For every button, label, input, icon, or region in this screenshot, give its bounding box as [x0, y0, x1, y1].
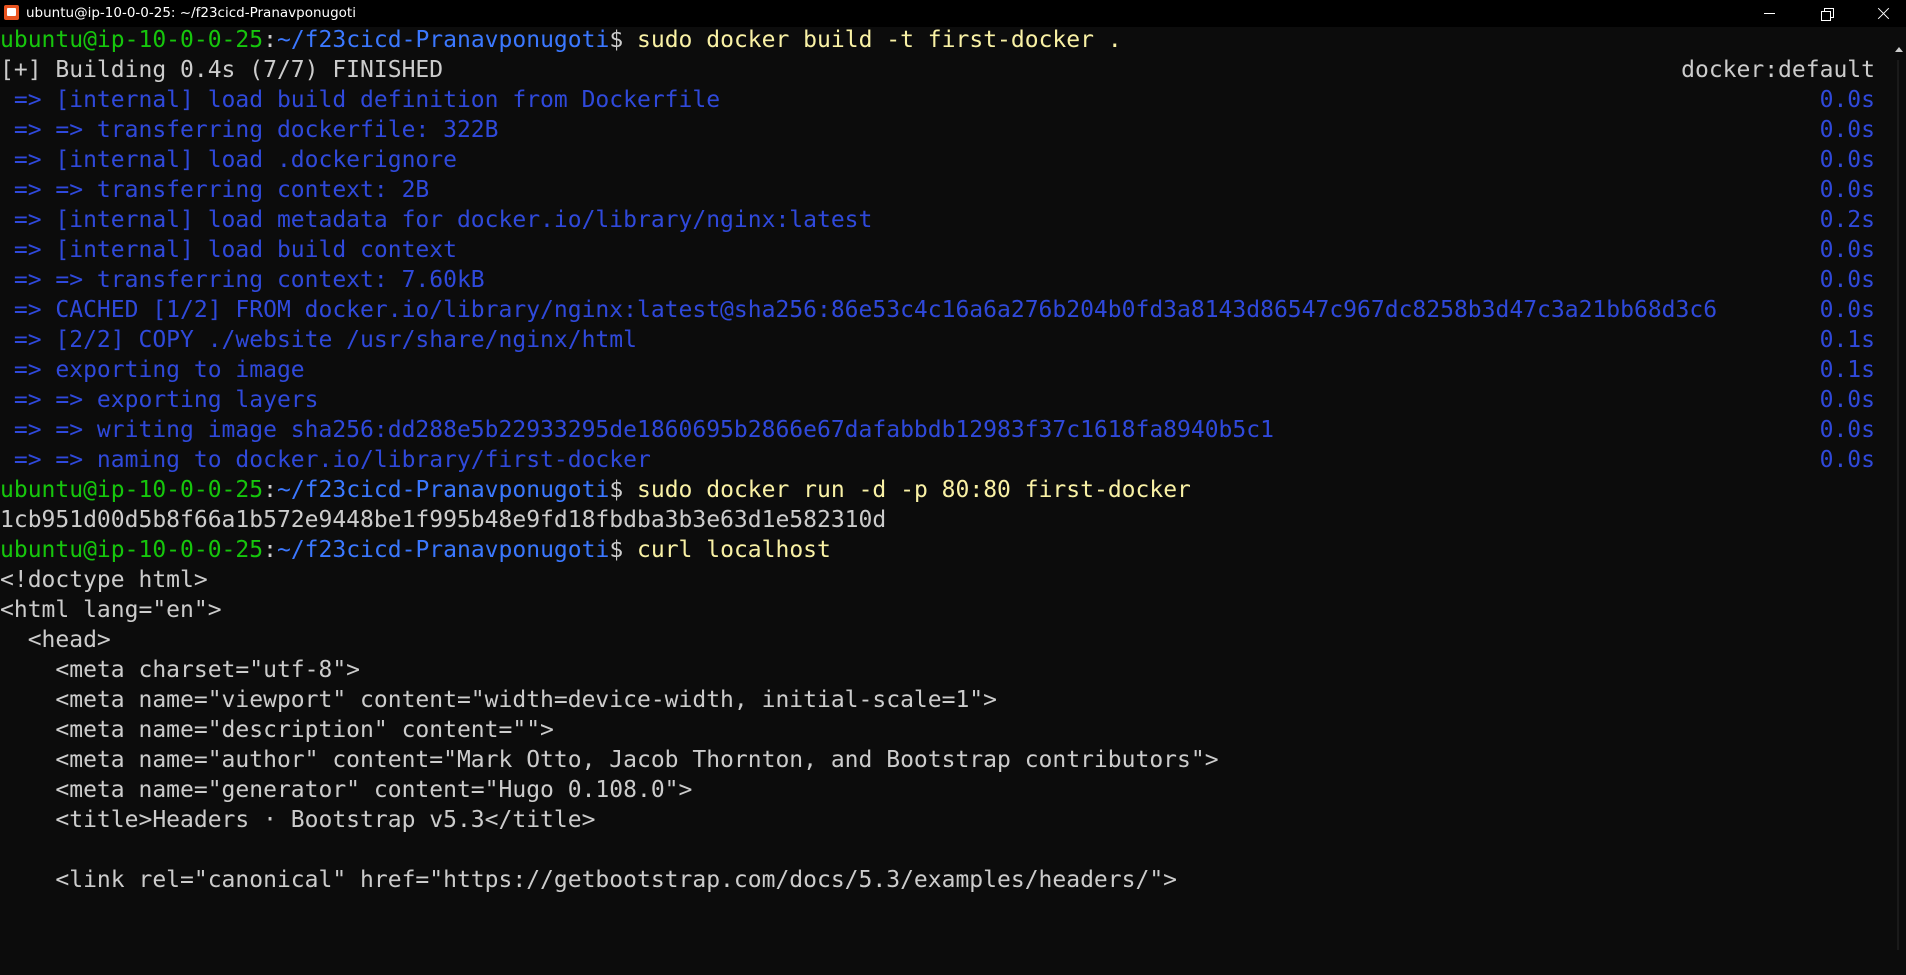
build-step-text: => [2/2] COPY ./website /usr/share/nginx…: [0, 327, 637, 353]
prompt-symbol: $: [609, 27, 638, 53]
output-line: <head>: [0, 627, 111, 653]
build-step-text: => => exporting layers: [0, 387, 319, 413]
build-step-text: => [internal] load .dockerignore: [0, 147, 457, 173]
build-step-time: 0.1s: [1819, 357, 1875, 383]
output-line: <meta charset="utf-8">: [0, 657, 361, 683]
build-step-text: => [internal] load build definition from…: [0, 87, 721, 113]
prompt-user: ubuntu@ip-10-0-0-25: [0, 477, 264, 503]
build-step-row: => => naming to docker.io/library/first-…: [0, 445, 1890, 475]
build-step-row: => [2/2] COPY ./website /usr/share/nginx…: [0, 325, 1890, 355]
build-status: [+] Building 0.4s (7/7) FINISHED: [0, 57, 444, 83]
build-step-text: => => transferring context: 2B: [0, 177, 430, 203]
output-line: <!doctype html>: [0, 567, 208, 593]
build-context: docker:default: [1681, 57, 1875, 83]
build-step-time: 0.0s: [1819, 117, 1875, 143]
build-step-row: => exporting to image 0.1s: [0, 355, 1890, 385]
prompt-line-curl: ubuntu@ip-10-0-0-25:~/f23cicd-Pranavponu…: [0, 535, 1890, 565]
build-step-time: 0.0s: [1819, 267, 1875, 293]
output-line: <title>Headers · Bootstrap v5.3</title>: [0, 807, 596, 833]
build-step-text: => => naming to docker.io/library/first-…: [0, 447, 651, 473]
restore-icon: [1821, 7, 1834, 21]
build-step-row: => [internal] load build definition from…: [0, 85, 1890, 115]
build-step-row: => [internal] load .dockerignore 0.0s: [0, 145, 1890, 175]
scrollbar-thumb[interactable]: [1897, 60, 1899, 950]
build-step-text: => => transferring dockerfile: 322B: [0, 117, 499, 143]
build-step-row: => => transferring context: 2B 0.0s: [0, 175, 1890, 205]
window-title: ubuntu@ip-10-0-0-25: ~/f23cicd-Pranavpon…: [26, 5, 356, 21]
output-line: <meta name="generator" content="Hugo 0.1…: [0, 777, 693, 803]
build-step-text: => exporting to image: [0, 357, 305, 383]
output-line: <html lang="en">: [0, 597, 222, 623]
minimize-icon: [1763, 13, 1775, 14]
build-header: [+] Building 0.4s (7/7) FINISHED docker:d…: [0, 55, 1890, 85]
build-step-time: 0.0s: [1819, 387, 1875, 413]
build-step-time: 0.1s: [1819, 327, 1875, 353]
title-bar: ubuntu@ip-10-0-0-25: ~/f23cicd-Pranavpon…: [0, 0, 1906, 27]
build-step-text: => CACHED [1/2] FROM docker.io/library/n…: [0, 297, 1718, 323]
build-step-row: => => transferring context: 7.60kB 0.0s: [0, 265, 1890, 295]
build-step-row: => => exporting layers 0.0s: [0, 385, 1890, 415]
prompt-symbol: $: [609, 537, 638, 563]
prompt-path: ~/f23cicd-Pranavponugoti: [276, 537, 610, 563]
prompt-path: ~/f23cicd-Pranavponugoti: [276, 477, 610, 503]
vertical-scrollbar[interactable]: [1890, 27, 1906, 975]
prompt-line-build: ubuntu@ip-10-0-0-25:~/f23cicd-Pranavponu…: [0, 25, 1890, 55]
prompt-separator: :: [263, 537, 277, 563]
build-step-row: => CACHED [1/2] FROM docker.io/library/n…: [0, 295, 1890, 325]
output-line: <link rel="canonical" href="https://getb…: [0, 867, 1178, 893]
prompt-user: ubuntu@ip-10-0-0-25: [0, 537, 264, 563]
command-build: sudo docker build -t first-docker .: [637, 27, 1122, 53]
close-icon: [1877, 7, 1890, 20]
prompt-symbol: $: [609, 477, 638, 503]
build-step-time: 0.0s: [1819, 237, 1875, 263]
build-step-row: => => transferring dockerfile: 322B 0.0s: [0, 115, 1890, 145]
build-step-time: 0.0s: [1819, 177, 1875, 203]
build-step-time: 0.0s: [1819, 147, 1875, 173]
scroll-up-arrow-icon[interactable]: [1895, 47, 1903, 52]
command-run: sudo docker run -d -p 80:80 first-docker: [637, 477, 1191, 503]
prompt-user: ubuntu@ip-10-0-0-25: [0, 27, 264, 53]
prompt-line-run: ubuntu@ip-10-0-0-25:~/f23cicd-Pranavponu…: [0, 475, 1890, 505]
terminal-app-icon: [4, 5, 19, 20]
build-steps: => [internal] load build definition from…: [0, 85, 1890, 475]
build-step-text: => => writing image sha256:dd288e5b22933…: [0, 417, 1274, 443]
prompt-separator: :: [263, 477, 277, 503]
build-step-time: 0.0s: [1819, 297, 1875, 323]
build-step-row: => [internal] load build context 0.0s: [0, 235, 1890, 265]
build-step-text: => [internal] load build context: [0, 237, 457, 263]
build-step-time: 0.0s: [1819, 417, 1875, 443]
close-button[interactable]: [1860, 0, 1906, 27]
output-line: <meta name="author" content="Mark Otto, …: [0, 747, 1219, 773]
build-step-time: 0.0s: [1819, 447, 1875, 473]
command-curl: curl localhost: [637, 537, 831, 563]
output-line: <meta name="viewport" content="width=dev…: [0, 687, 997, 713]
build-step-time: 0.2s: [1819, 207, 1875, 233]
build-step-text: => => transferring context: 7.60kB: [0, 267, 485, 293]
build-step-row: => => writing image sha256:dd288e5b22933…: [0, 415, 1890, 445]
output-line: <meta name="description" content="">: [0, 717, 554, 743]
minimize-button[interactable]: [1746, 0, 1792, 27]
container-id: 1cb951d00d5b8f66a1b572e9448be1f995b48e9f…: [0, 507, 887, 533]
restore-button[interactable]: [1804, 0, 1850, 27]
build-step-text: => [internal] load metadata for docker.i…: [0, 207, 873, 233]
prompt-path: ~/f23cicd-Pranavponugoti: [276, 27, 610, 53]
build-step-time: 0.0s: [1819, 87, 1875, 113]
terminal-output[interactable]: ubuntu@ip-10-0-0-25:~/f23cicd-Pranavponu…: [0, 25, 1890, 975]
curl-html-output: <!doctype html> <html lang="en"> <head> <…: [0, 565, 1890, 895]
build-step-row: => [internal] load metadata for docker.i…: [0, 205, 1890, 235]
prompt-separator: :: [263, 27, 277, 53]
